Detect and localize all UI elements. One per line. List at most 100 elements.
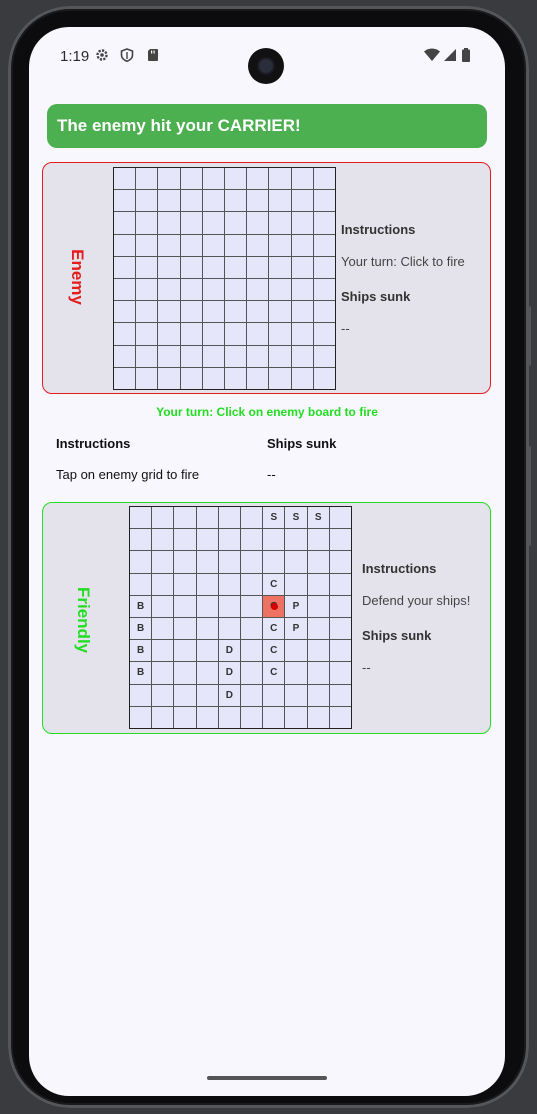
enemy-grid-cell[interactable]	[247, 212, 269, 234]
enemy-grid-cell[interactable]	[247, 190, 269, 212]
enemy-grid-cell[interactable]	[158, 190, 180, 212]
enemy-grid-cell[interactable]	[158, 234, 180, 256]
enemy-grid-cell[interactable]	[313, 256, 335, 278]
enemy-grid-cell[interactable]	[180, 190, 202, 212]
enemy-grid-cell[interactable]	[158, 168, 180, 190]
enemy-grid-cell[interactable]	[202, 323, 224, 345]
enemy-grid-cell[interactable]	[313, 345, 335, 367]
enemy-grid-cell[interactable]	[225, 279, 247, 301]
enemy-grid-cell[interactable]	[136, 301, 158, 323]
enemy-grid-cell[interactable]	[225, 212, 247, 234]
enemy-grid-cell[interactable]	[225, 256, 247, 278]
enemy-grid-cell[interactable]	[202, 168, 224, 190]
enemy-grid-cell[interactable]	[114, 367, 136, 389]
enemy-grid-cell[interactable]	[202, 367, 224, 389]
enemy-grid-cell[interactable]	[114, 279, 136, 301]
enemy-grid-cell[interactable]	[158, 212, 180, 234]
enemy-grid-cell[interactable]	[114, 256, 136, 278]
enemy-grid-cell[interactable]	[114, 190, 136, 212]
enemy-grid-cell[interactable]	[269, 256, 291, 278]
enemy-grid-cell[interactable]	[136, 323, 158, 345]
enemy-grid[interactable]	[113, 167, 336, 390]
enemy-grid-cell[interactable]	[313, 279, 335, 301]
enemy-grid-cell[interactable]	[158, 345, 180, 367]
enemy-grid-cell[interactable]	[136, 345, 158, 367]
enemy-grid-cell[interactable]	[291, 323, 313, 345]
enemy-grid-cell[interactable]	[158, 256, 180, 278]
enemy-grid-cell[interactable]	[180, 279, 202, 301]
enemy-grid-cell[interactable]	[225, 345, 247, 367]
enemy-grid-cell[interactable]	[247, 234, 269, 256]
enemy-grid-cell[interactable]	[269, 345, 291, 367]
enemy-grid-cell[interactable]	[269, 279, 291, 301]
enemy-grid-cell[interactable]	[247, 367, 269, 389]
enemy-grid-cell[interactable]	[114, 234, 136, 256]
enemy-grid-cell[interactable]	[247, 168, 269, 190]
enemy-grid-cell[interactable]	[313, 168, 335, 190]
enemy-grid-cell[interactable]	[269, 168, 291, 190]
enemy-grid-cell[interactable]	[180, 323, 202, 345]
enemy-grid-cell[interactable]	[202, 301, 224, 323]
enemy-grid-cell[interactable]	[269, 323, 291, 345]
enemy-grid-cell[interactable]	[313, 301, 335, 323]
enemy-grid-cell[interactable]	[158, 301, 180, 323]
enemy-grid-cell[interactable]	[202, 190, 224, 212]
enemy-grid-cell[interactable]	[158, 279, 180, 301]
enemy-grid-cell[interactable]	[136, 256, 158, 278]
enemy-grid-cell[interactable]	[291, 168, 313, 190]
enemy-grid-cell[interactable]	[158, 323, 180, 345]
enemy-grid-cell[interactable]	[313, 367, 335, 389]
enemy-grid-cell[interactable]	[202, 234, 224, 256]
enemy-grid-cell[interactable]	[247, 345, 269, 367]
enemy-grid-cell[interactable]	[225, 168, 247, 190]
enemy-grid-cell[interactable]	[225, 190, 247, 212]
enemy-grid-cell[interactable]	[158, 367, 180, 389]
enemy-grid-cell[interactable]	[180, 168, 202, 190]
enemy-grid-cell[interactable]	[180, 212, 202, 234]
enemy-grid-cell[interactable]	[180, 345, 202, 367]
enemy-grid-cell[interactable]	[225, 323, 247, 345]
enemy-grid-cell[interactable]	[269, 367, 291, 389]
enemy-grid-cell[interactable]	[269, 234, 291, 256]
enemy-grid-cell[interactable]	[202, 345, 224, 367]
enemy-grid-cell[interactable]	[247, 323, 269, 345]
enemy-grid-cell[interactable]	[247, 301, 269, 323]
enemy-grid-cell[interactable]	[136, 234, 158, 256]
enemy-grid-cell[interactable]	[202, 212, 224, 234]
enemy-grid-cell[interactable]	[313, 234, 335, 256]
enemy-grid-cell[interactable]	[291, 279, 313, 301]
enemy-grid-cell[interactable]	[180, 301, 202, 323]
enemy-grid-cell[interactable]	[114, 168, 136, 190]
enemy-grid-cell[interactable]	[225, 367, 247, 389]
enemy-grid-cell[interactable]	[180, 256, 202, 278]
enemy-grid-cell[interactable]	[269, 190, 291, 212]
enemy-grid-cell[interactable]	[291, 256, 313, 278]
enemy-grid-cell[interactable]	[136, 168, 158, 190]
enemy-grid-cell[interactable]	[136, 279, 158, 301]
enemy-grid-cell[interactable]	[225, 234, 247, 256]
enemy-grid-cell[interactable]	[180, 367, 202, 389]
enemy-grid-cell[interactable]	[313, 212, 335, 234]
enemy-grid-cell[interactable]	[291, 190, 313, 212]
enemy-grid-cell[interactable]	[114, 212, 136, 234]
enemy-grid-cell[interactable]	[202, 256, 224, 278]
enemy-grid-cell[interactable]	[269, 212, 291, 234]
enemy-grid-cell[interactable]	[313, 323, 335, 345]
enemy-grid-cell[interactable]	[180, 234, 202, 256]
gesture-home-bar[interactable]	[207, 1076, 327, 1080]
enemy-grid-cell[interactable]	[269, 301, 291, 323]
enemy-grid-cell[interactable]	[202, 279, 224, 301]
enemy-grid-cell[interactable]	[136, 212, 158, 234]
enemy-grid-cell[interactable]	[136, 190, 158, 212]
enemy-grid-cell[interactable]	[225, 301, 247, 323]
enemy-grid-cell[interactable]	[114, 301, 136, 323]
enemy-grid-cell[interactable]	[247, 256, 269, 278]
enemy-grid-cell[interactable]	[114, 345, 136, 367]
enemy-grid-cell[interactable]	[291, 212, 313, 234]
enemy-grid-cell[interactable]	[291, 367, 313, 389]
enemy-grid-cell[interactable]	[291, 234, 313, 256]
enemy-grid-cell[interactable]	[291, 345, 313, 367]
enemy-grid-cell[interactable]	[247, 279, 269, 301]
enemy-grid-cell[interactable]	[136, 367, 158, 389]
enemy-grid-cell[interactable]	[114, 323, 136, 345]
